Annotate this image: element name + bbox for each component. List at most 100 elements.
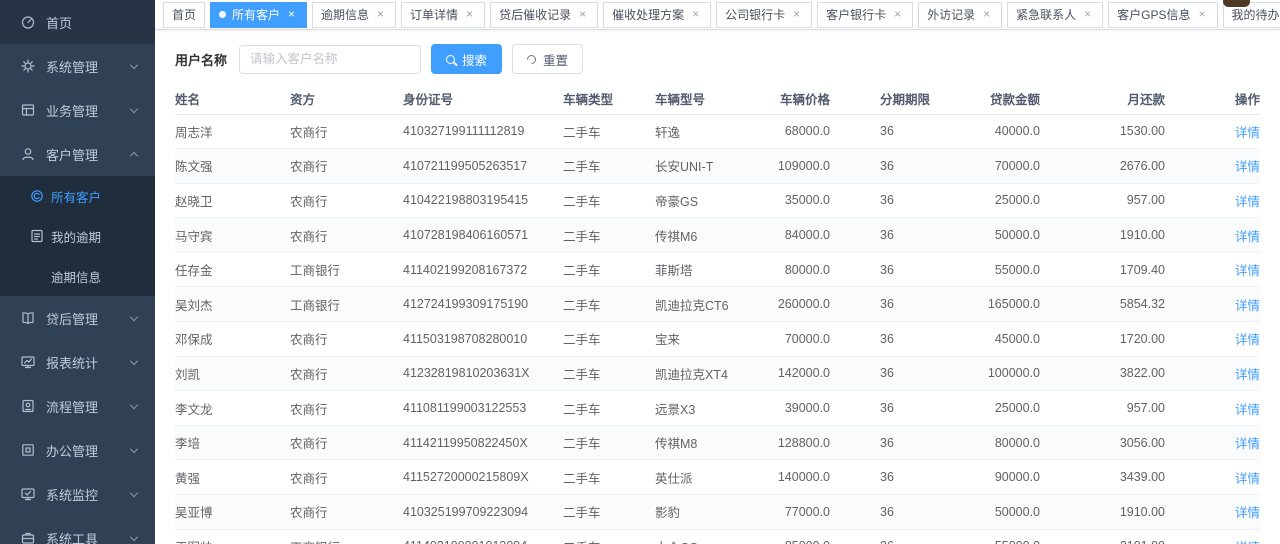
close-icon[interactable]: × [576,8,589,21]
detail-link[interactable]: 详情 [1235,195,1260,209]
close-icon[interactable]: × [980,8,993,21]
cell-0: 赵晓卫 [175,183,290,218]
detail-link[interactable]: 详情 [1235,333,1260,347]
cell-6: 36 [830,391,980,426]
cell-4: 英仕派 [655,460,770,495]
detail-link[interactable]: 详情 [1235,160,1260,174]
sidebar-item-6[interactable]: 流程管理 [0,384,155,428]
cell-2: 410327199111112819 [403,114,563,149]
tab-6[interactable]: 公司银行卡× [716,2,812,28]
sidebar-subitem-1[interactable]: 我的逾期 [0,216,155,256]
tab-5[interactable]: 催收处理方案× [603,2,711,28]
cell-1: 农商行 [290,460,403,495]
sidebar-item-7[interactable]: 办公管理 [0,428,155,472]
cell-actions: 详情 [1165,252,1260,287]
book-icon [20,310,36,326]
detail-link[interactable]: 详情 [1235,230,1260,244]
search-button[interactable]: 搜索 [431,44,502,74]
column-header-9: 操作 [1165,84,1260,114]
cell-5: 128800.0 [770,425,830,460]
cell-actions: 详情 [1165,149,1260,184]
cell-0: 李培 [175,425,290,460]
detail-link[interactable]: 详情 [1235,472,1260,486]
cell-5: 80000.0 [770,252,830,287]
cell-2: 410325199709223094 [403,495,563,530]
cell-actions: 详情 [1165,495,1260,530]
close-icon[interactable]: × [463,8,476,21]
cell-5: 70000.0 [770,322,830,357]
chart-icon [20,354,36,370]
detail-link[interactable]: 详情 [1235,264,1260,278]
sidebar-item-3[interactable]: 客户管理 [0,132,155,176]
reset-button[interactable]: 重置 [512,44,583,74]
cell-4: 菲斯塔 [655,252,770,287]
sidebar-item-4[interactable]: 贷后管理 [0,296,155,340]
sidebar: 首页系统管理业务管理客户管理所有客户我的逾期逾期信息贷后管理报表统计流程管理办公… [0,0,155,544]
tab-label: 客户GPS信息 [1117,6,1190,23]
sidebar-item-8[interactable]: 系统监控 [0,472,155,516]
tab-label: 客户银行卡 [826,6,886,23]
sidebar-item-label: 贷后管理 [46,309,98,328]
sidebar-item-5[interactable]: 报表统计 [0,340,155,384]
detail-link[interactable]: 详情 [1235,126,1260,140]
tab-10[interactable]: 客户GPS信息 × [1108,2,1217,28]
tab-3[interactable]: 订单详情× [401,2,485,28]
cell-2: 41152720000215809X [403,460,563,495]
search-form: 用户名称 搜索 重置 [155,30,1280,84]
sidebar-item-label: 系统工具 [46,529,98,544]
detail-link[interactable]: 详情 [1235,299,1260,313]
sidebar-subitem-label: 逾期信息 [51,267,101,286]
sidebar-item-1[interactable]: 系统管理 [0,44,155,88]
tab-4[interactable]: 贷后催收记录× [490,2,598,28]
cell-4: 远景X3 [655,391,770,426]
cell-1: 农商行 [290,114,403,149]
tab-label: 外访记录 [927,6,975,23]
cell-3: 二手车 [563,149,655,184]
close-icon[interactable]: × [891,8,904,21]
sidebar-item-label: 系统监控 [46,485,98,504]
tab-0[interactable]: 首页 [163,2,205,28]
tab-label: 我的待办 [1232,6,1280,23]
detail-link[interactable]: 详情 [1235,368,1260,382]
tab-1[interactable]: 所有客户× [210,2,307,28]
cell-6: 36 [830,529,980,544]
sidebar-item-0[interactable]: 首页 [0,0,155,44]
sidebar-subitem-0[interactable]: 所有客户 [0,176,155,216]
sidebar-subitem-2[interactable]: 逾期信息 [0,256,155,296]
sidebar-item-2[interactable]: 业务管理 [0,88,155,132]
cell-7: 100000.0 [980,356,1040,391]
sidebar-item-9[interactable]: 系统工具 [0,516,155,544]
table-row: 李文龙农商行411081199003122553二手车远景X339000.036… [175,391,1260,426]
cell-7: 55000.0 [980,529,1040,544]
cell-6: 36 [830,149,980,184]
detail-link[interactable]: 详情 [1235,437,1260,451]
cell-actions: 详情 [1165,391,1260,426]
cell-4: 凯迪拉克CT6 [655,287,770,322]
close-icon[interactable]: × [790,8,803,21]
close-icon[interactable]: × [1081,8,1094,21]
page-content: 用户名称 搜索 重置 [155,30,1280,544]
close-icon[interactable]: × [1196,8,1209,21]
close-icon[interactable]: × [689,8,702,21]
sidebar-submenu: 所有客户我的逾期逾期信息 [0,176,155,296]
cell-7: 25000.0 [980,391,1040,426]
customer-name-input[interactable] [239,45,421,74]
close-icon[interactable]: × [374,8,387,21]
cell-actions: 详情 [1165,322,1260,357]
cell-8: 957.00 [1040,391,1165,426]
cell-0: 任存金 [175,252,290,287]
tab-9[interactable]: 紧急联系人× [1007,2,1103,28]
tab-7[interactable]: 客户银行卡 × [817,2,913,28]
detail-link[interactable]: 详情 [1235,506,1260,520]
close-icon[interactable]: × [285,8,298,21]
search-icon [446,55,455,64]
tab-8[interactable]: 外访记录 × [918,2,1002,28]
detail-link[interactable]: 详情 [1235,403,1260,417]
avatar[interactable] [1223,0,1250,7]
cell-1: 农商行 [290,356,403,391]
chevron-down-icon [130,104,138,112]
dashboard-icon [20,14,36,30]
cell-7: 50000.0 [980,495,1040,530]
sidebar-subitem-label: 所有客户 [51,187,101,206]
tab-2[interactable]: 逾期信息× [312,2,396,28]
